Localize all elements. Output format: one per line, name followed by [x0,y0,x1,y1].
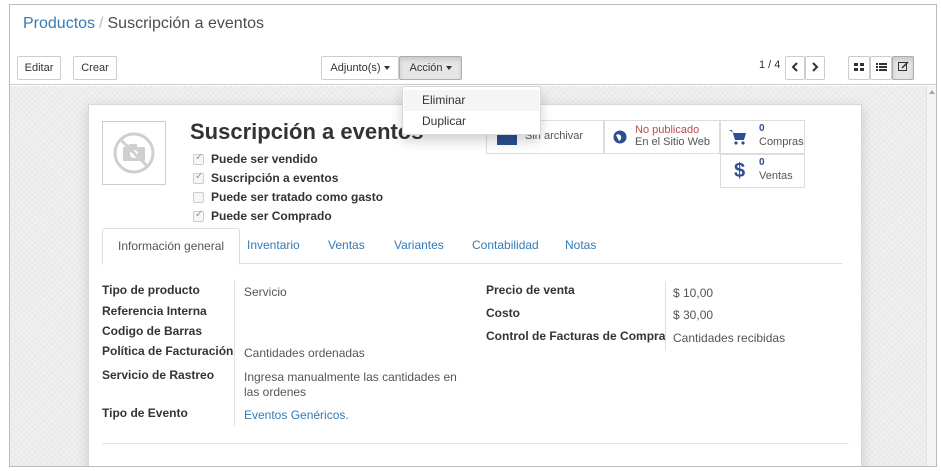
breadcrumb-link-productos[interactable]: Productos [23,15,95,32]
kanban-grid-icon [854,63,864,71]
field-value-tracking-service-line2[interactable]: las ordenes [244,385,306,399]
purchases-label: Compras [759,136,804,148]
menu-item-duplicate[interactable]: Duplicar [404,111,539,132]
website-publish-button[interactable]: No publicado En el Sitio Web [604,120,720,154]
tab-notes[interactable]: Notas [565,228,596,264]
form-content-area: Suscripción a eventos Puede ser vendido … [10,86,926,466]
purchases-smart-button[interactable]: 0 Compras [720,120,805,154]
sales-label: Ventas [759,170,793,182]
checkbox-can-be-sold[interactable]: Puede ser vendido [193,152,318,166]
field-label-tracking-service: Servicio de Rastreo [102,368,215,382]
chevron-left-icon [791,62,798,72]
field-value-invoicing-policy[interactable]: Cantidades ordenadas [244,346,365,360]
sales-smart-button[interactable]: $ 0 Ventas [720,154,805,188]
action-label: Acción [409,62,443,74]
field-value-sale-price[interactable]: $ 10,00 [673,286,713,300]
publish-site-label: En el Sitio Web [635,136,711,148]
form-view-button[interactable] [892,56,914,80]
checkbox-can-be-purchased[interactable]: Puede ser Comprado [193,209,332,223]
caret-down-icon [383,66,390,71]
dollar-icon: $ [734,160,746,182]
publish-status: No publicado [635,124,700,136]
checkbox-label: Puede ser Comprado [211,209,332,223]
field-label-sale-price: Precio de venta [486,283,575,297]
attachments-dropdown[interactable]: Adjunto(s) [321,56,399,80]
checkbox-can-be-expensed[interactable]: Puede ser tratado como gasto [193,190,383,204]
caret-down-icon [445,66,452,71]
tab-general-information[interactable]: Información general [102,228,241,265]
scroll-up-arrow-icon[interactable] [929,90,935,94]
kanban-view-button[interactable] [848,56,870,80]
action-dropdown[interactable]: Acción [399,56,462,80]
column-divider [665,281,666,351]
field-value-vendor-bill-control[interactable]: Cantidades recibidas [673,331,785,345]
menu-item-delete[interactable]: Eliminar [404,90,539,111]
notebook-tabs: Información general Inventario Ventas Va… [102,228,842,265]
tab-inventory[interactable]: Inventario [247,228,300,264]
vertical-scrollbar[interactable] [926,86,936,466]
breadcrumb-current: Suscripción a eventos [107,15,265,32]
checkbox-label: Puede ser vendido [211,152,318,166]
globe-icon [613,130,627,144]
create-button[interactable]: Crear [73,56,117,80]
pager-value: 1 / 4 [759,59,781,71]
list-icon [875,63,887,71]
chevron-right-icon [812,62,819,72]
field-label-invoicing-policy: Política de Facturación [102,344,234,358]
sales-count: 0 [759,157,765,168]
field-label-event-type: Tipo de Evento [102,406,188,420]
breadcrumb-separator: / [99,15,104,32]
checkbox-box[interactable] [193,171,204,184]
edit-form-icon [897,61,909,71]
tab-sales[interactable]: Ventas [328,228,365,264]
checkbox-box[interactable] [193,209,204,222]
field-label-product-type: Tipo de producto [102,283,200,297]
field-value-event-type[interactable]: Eventos Genéricos. [244,408,349,422]
field-value-product-type[interactable]: Servicio [244,285,287,299]
field-label-internal-reference: Referencia Interna [102,304,207,318]
breadcrumb: Productos / Suscripción a eventos [23,15,264,33]
form-sheet: Suscripción a eventos Puede ser vendido … [88,104,862,466]
checkbox-box[interactable] [193,192,204,203]
tab-variants[interactable]: Variantes [394,228,444,264]
sheet-bottom-divider [102,443,849,444]
list-view-button[interactable] [870,56,892,80]
pager-next-button[interactable] [805,56,825,80]
field-label-vendor-bill-control: Control de Facturas de Compra [486,329,666,343]
action-dropdown-menu: Eliminar Duplicar [402,86,541,135]
field-label-cost: Costo [486,306,520,320]
column-divider [234,281,235,426]
shopping-cart-icon [729,130,746,145]
pager-previous-button[interactable] [785,56,805,80]
field-label-barcode: Codigo de Barras [102,324,203,338]
no-image-camera-icon [113,132,155,174]
app-window: Productos / Suscripción a eventos Editar C… [9,4,937,467]
field-value-cost[interactable]: $ 30,00 [673,308,713,322]
control-panel: Productos / Suscripción a eventos Editar C… [10,5,936,85]
product-title: Suscripción a eventos [190,119,424,144]
attachments-label: Adjunto(s) [330,62,381,74]
product-image-placeholder[interactable] [102,121,166,185]
checkbox-event-subscription[interactable]: Suscripción a eventos [193,171,338,185]
checkbox-label: Puede ser tratado como gasto [211,190,384,204]
tab-accounting[interactable]: Contabilidad [472,228,539,264]
checkbox-box[interactable] [193,152,204,165]
checkbox-label: Suscripción a eventos [211,171,339,185]
field-value-tracking-service-line1[interactable]: Ingresa manualmente las cantidades en [244,370,457,384]
purchases-count: 0 [759,123,765,134]
edit-button[interactable]: Editar [17,56,61,80]
